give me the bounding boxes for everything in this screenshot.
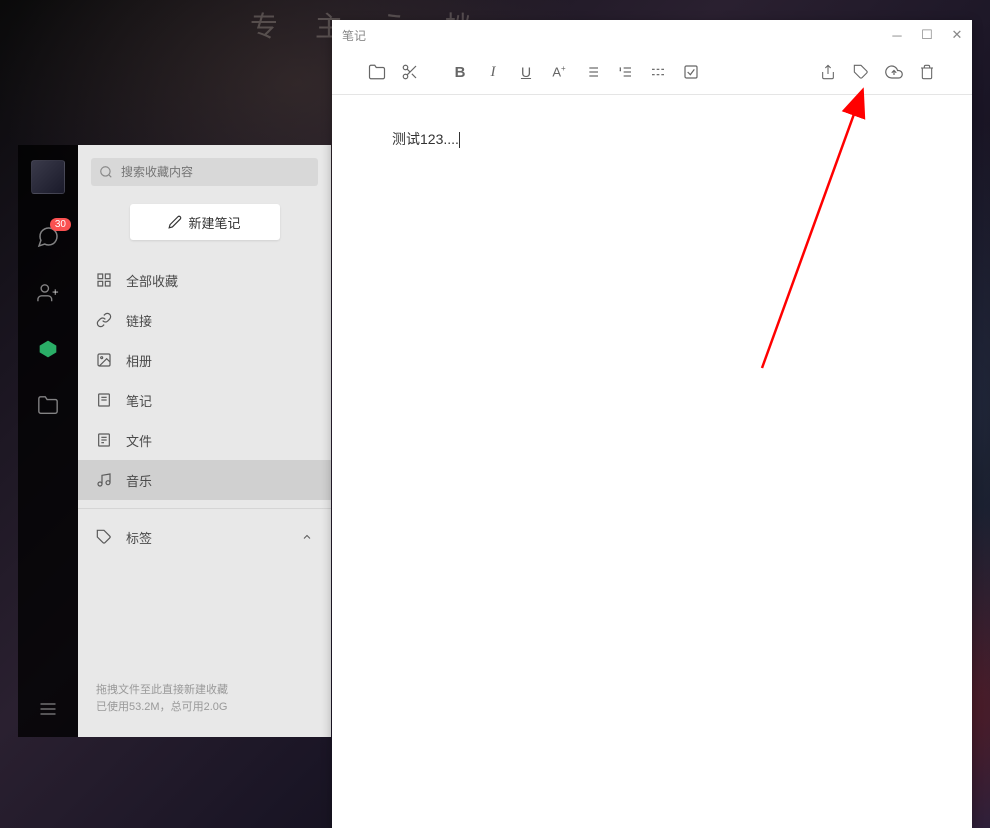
category-photos[interactable]: 相册 [78, 340, 331, 380]
new-note-label: 新建笔记 [188, 213, 240, 232]
editor-content: 测试123.... [392, 131, 459, 147]
files-icon[interactable] [35, 392, 61, 418]
tags-item[interactable]: 标签 [78, 517, 331, 557]
search-box [91, 158, 318, 186]
font-icon: A+ [552, 64, 565, 79]
chat-icon[interactable]: 30 [35, 224, 61, 250]
window-title: 笔记 [342, 27, 366, 44]
edit-icon [168, 215, 182, 229]
tags-label: 标签 [126, 528, 152, 547]
share-icon [820, 64, 836, 80]
note-window: 笔记 ─ ☐ ✕ B I U A+ 测试123.... [332, 20, 972, 828]
list-icon [584, 64, 600, 80]
storage-hint: 拖拽文件至此直接新建收藏 [96, 682, 313, 700]
category-all[interactable]: 全部收藏 [78, 260, 331, 300]
underline-button[interactable]: U [511, 57, 541, 87]
category-label: 文件 [126, 431, 152, 450]
tag-icon [853, 64, 869, 80]
delete-button[interactable] [912, 57, 942, 87]
hr-icon [650, 64, 666, 80]
category-label: 音乐 [126, 471, 152, 490]
cloud-upload-icon [885, 63, 903, 81]
image-icon [96, 352, 112, 368]
editor-area[interactable]: 测试123.... [332, 95, 972, 828]
music-icon [96, 472, 112, 488]
avatar[interactable] [31, 160, 65, 194]
divider [78, 508, 331, 509]
link-icon [96, 312, 112, 328]
maximize-button[interactable]: ☐ [912, 20, 942, 50]
scissors-icon [401, 63, 419, 81]
bold-button[interactable]: B [445, 57, 475, 87]
cloud-upload-button[interactable] [879, 57, 909, 87]
category-files[interactable]: 文件 [78, 420, 331, 460]
cut-button[interactable] [395, 57, 425, 87]
storage-usage: 已使用53.2M，总可用2.0G [96, 699, 313, 717]
number-list-button[interactable] [610, 57, 640, 87]
italic-button[interactable]: I [478, 57, 508, 87]
note-icon [96, 392, 112, 408]
category-label: 相册 [126, 351, 152, 370]
storage-info: 拖拽文件至此直接新建收藏 已使用53.2M，总可用2.0G [78, 667, 331, 737]
new-note-button[interactable]: 新建笔记 [130, 204, 280, 240]
italic-icon: I [491, 64, 496, 81]
chat-badge: 30 [50, 218, 71, 231]
category-links[interactable]: 链接 [78, 300, 331, 340]
close-button[interactable]: ✕ [942, 20, 972, 50]
trash-icon [919, 64, 935, 80]
grid-icon [96, 272, 112, 288]
file-icon [96, 432, 112, 448]
ordered-list-icon [617, 64, 633, 80]
favorites-panel: 新建笔记 全部收藏 链接 相册 笔记 文件 音乐 [78, 145, 331, 737]
checkbox-icon [683, 64, 699, 80]
menu-icon[interactable] [35, 696, 61, 722]
category-label: 笔记 [126, 391, 152, 410]
search-input[interactable] [91, 158, 318, 186]
bullet-list-button[interactable] [577, 57, 607, 87]
folder-button[interactable] [362, 57, 392, 87]
divider-button[interactable] [643, 57, 673, 87]
folder-icon [368, 63, 386, 81]
underline-icon: U [521, 64, 531, 80]
text-cursor [459, 132, 460, 148]
category-notes[interactable]: 笔记 [78, 380, 331, 420]
category-list: 全部收藏 链接 相册 笔记 文件 音乐 标签 [78, 260, 331, 557]
minimize-button[interactable]: ─ [882, 20, 912, 50]
fontsize-button[interactable]: A+ [544, 57, 574, 87]
app-sidebar: 30 [18, 145, 78, 737]
tag-icon [96, 529, 112, 545]
toolbar: B I U A+ [332, 50, 972, 94]
bold-icon: B [455, 64, 466, 81]
category-music[interactable]: 音乐 [78, 460, 331, 500]
tag-button[interactable] [846, 57, 876, 87]
category-label: 链接 [126, 311, 152, 330]
share-button[interactable] [813, 57, 843, 87]
chevron-up-icon [301, 531, 313, 543]
titlebar[interactable]: 笔记 ─ ☐ ✕ [332, 20, 972, 50]
favorites-icon[interactable] [35, 336, 61, 362]
search-icon [99, 165, 113, 179]
contacts-icon[interactable] [35, 280, 61, 306]
checkbox-button[interactable] [676, 57, 706, 87]
category-label: 全部收藏 [126, 271, 178, 290]
